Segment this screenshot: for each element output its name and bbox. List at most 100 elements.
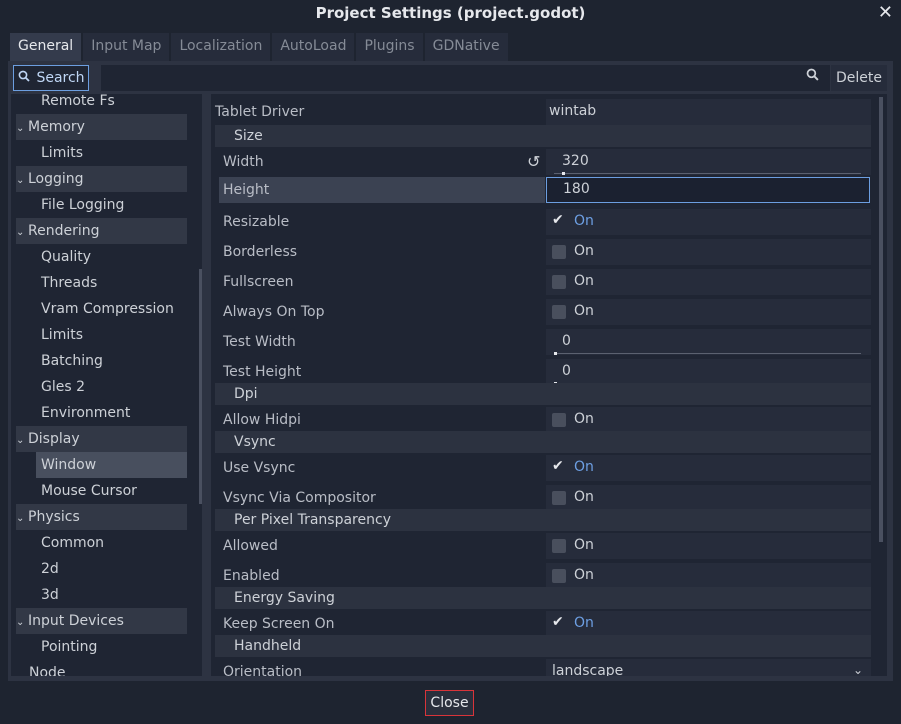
test-height-spinbox[interactable]: 0 [546, 359, 871, 385]
vsync-via-compositor-checkbox[interactable]: On [546, 485, 871, 511]
sidebar-item-common[interactable]: Common [41, 530, 104, 556]
sidebar-item-label: Memory [28, 119, 85, 135]
chevron-down-icon: ⌄ [16, 513, 25, 524]
prop-fullscreen: Fullscreen On [211, 267, 871, 297]
sidebar-item-file-logging[interactable]: File Logging [41, 192, 124, 218]
sidebar-scrollbar[interactable] [199, 269, 202, 504]
slider-handle[interactable] [554, 352, 557, 355]
delete-button[interactable]: Delete [831, 65, 887, 91]
tab-bar: General Input Map Localization AutoLoad … [10, 33, 510, 61]
height-input[interactable]: 180 [546, 177, 870, 203]
enabled-checkbox[interactable]: On [546, 563, 871, 589]
sidebar-item-label: Logging [28, 171, 84, 187]
prop-always-on-top: Always On Top On [211, 297, 871, 327]
slider-track [554, 173, 861, 174]
sidebar-item-vram-compression[interactable]: Vram Compression [41, 296, 174, 322]
chevron-down-icon: ⌄ [16, 227, 25, 238]
always-on-top-checkbox[interactable]: On [546, 299, 871, 325]
keep-screen-on-checkbox[interactable]: ✔ On [546, 611, 871, 637]
revert-icon[interactable]: ↺ [527, 152, 540, 171]
test-width-spinbox[interactable]: 0 [546, 329, 871, 355]
sidebar-item-threads[interactable]: Threads [41, 270, 97, 296]
tab-general[interactable]: General [10, 33, 82, 61]
slider-handle[interactable] [562, 172, 565, 175]
prop-borderless: Borderless On [211, 237, 871, 267]
sidebar-item-remote-fs[interactable]: Remote Fs [41, 94, 115, 114]
sidebar-item-input-devices[interactable]: ⌄ Input Devices [16, 608, 187, 634]
sidebar-item-2d[interactable]: 2d [41, 556, 59, 582]
close-icon[interactable]: ✕ [878, 2, 893, 23]
chevron-down-icon: ⌄ [852, 663, 863, 676]
checkbox-unchecked-icon [552, 569, 566, 583]
group-per-pixel-transparency: Per Pixel Transparency [215, 509, 871, 531]
allowed-checkbox[interactable]: On [546, 533, 871, 559]
sidebar-item-gles2[interactable]: Gles 2 [41, 374, 85, 400]
group-handheld: Handheld [215, 635, 871, 657]
sidebar-item-quality[interactable]: Quality [41, 244, 91, 270]
fullscreen-checkbox[interactable]: On [546, 269, 871, 295]
checkbox-checked-icon: ✔ [552, 614, 564, 630]
prop-height: Height 180 [211, 177, 871, 203]
width-spinbox[interactable]: 320 [546, 149, 871, 175]
sidebar-item-pointing[interactable]: Pointing [41, 634, 97, 660]
sidebar-item-physics[interactable]: ⌄ Physics [16, 504, 187, 530]
slider-track [554, 353, 861, 354]
settings-category-tree: Remote Fs ⌄ Memory Limits ⌄ Logging File L… [11, 94, 202, 676]
close-button[interactable]: Close [425, 690, 474, 716]
checkbox-unchecked-icon [552, 413, 566, 427]
property-filter-input[interactable] [101, 65, 830, 91]
search-icon [18, 66, 32, 90]
prop-tablet-driver: Tablet Driver wintab [211, 97, 871, 127]
checkbox-unchecked-icon [552, 539, 566, 553]
prop-use-vsync: Use Vsync ✔ On [211, 453, 871, 483]
resizable-checkbox[interactable]: ✔ On [546, 209, 871, 235]
prop-test-width: Test Width 0 [211, 327, 871, 357]
prop-resizable: Resizable ✔ On [211, 207, 871, 237]
checkbox-unchecked-icon [552, 491, 566, 505]
checkbox-checked-icon: ✔ [552, 458, 564, 474]
chevron-down-icon: ⌄ [16, 617, 25, 628]
sidebar-item-label: Input Devices [28, 613, 124, 629]
sidebar-item-node[interactable]: Node [29, 660, 66, 676]
use-vsync-checkbox[interactable]: ✔ On [546, 455, 871, 481]
sidebar-item-3d[interactable]: 3d [41, 582, 59, 608]
borderless-checkbox[interactable]: On [546, 239, 871, 265]
tab-autoload[interactable]: AutoLoad [272, 33, 355, 61]
title-bar: Project Settings (project.godot) ✕ [0, 0, 901, 28]
filter-search-icon [806, 68, 819, 85]
orientation-dropdown[interactable]: landscape ⌄ [546, 659, 871, 676]
tab-plugins[interactable]: Plugins [356, 33, 423, 61]
sidebar-item-label: Rendering [28, 223, 100, 239]
group-dpi: Dpi [215, 383, 871, 405]
general-panel: Search Delete Remote Fs ⌄ Memory Limits ⌄… [8, 61, 893, 681]
inspector-scrollbar[interactable] [879, 97, 883, 542]
sidebar-item-logging[interactable]: ⌄ Logging [16, 166, 187, 192]
sidebar-item-mouse-cursor[interactable]: Mouse Cursor [41, 478, 137, 504]
sidebar-item-display[interactable]: ⌄ Display [16, 426, 187, 452]
property-inspector: Tablet Driver wintab Size Width ↺ 320 He… [211, 94, 887, 676]
tablet-driver-field[interactable]: wintab [546, 99, 871, 125]
sidebar-item-batching[interactable]: Batching [41, 348, 103, 374]
sidebar-item-rendering-limits[interactable]: Limits [41, 322, 83, 348]
search-button[interactable]: Search [13, 65, 89, 91]
prop-orientation: Orientation landscape ⌄ [211, 657, 871, 676]
checkbox-unchecked-icon [552, 245, 566, 259]
group-energy-saving: Energy Saving [215, 587, 871, 609]
chevron-down-icon: ⌄ [16, 175, 25, 186]
chevron-down-icon: ⌄ [16, 123, 25, 134]
tab-localization[interactable]: Localization [171, 33, 271, 61]
sidebar-item-window[interactable]: Window [36, 452, 187, 478]
search-button-label: Search [36, 70, 85, 86]
allow-hidpi-checkbox[interactable]: On [546, 407, 871, 433]
chevron-down-icon: ⌄ [16, 435, 25, 446]
prop-label: Tablet Driver [215, 104, 305, 120]
tab-input-map[interactable]: Input Map [83, 33, 170, 61]
sidebar-item-rendering[interactable]: ⌄ Rendering [16, 218, 187, 244]
tab-gdnative[interactable]: GDNative [424, 33, 508, 61]
sidebar-item-label: Physics [28, 509, 80, 525]
sidebar-item-memory[interactable]: ⌄ Memory [16, 114, 187, 140]
sidebar-item-environment[interactable]: Environment [41, 400, 130, 426]
prop-allowed: Allowed On [211, 531, 871, 561]
checkbox-checked-icon: ✔ [552, 212, 564, 228]
sidebar-item-memory-limits[interactable]: Limits [41, 140, 83, 166]
